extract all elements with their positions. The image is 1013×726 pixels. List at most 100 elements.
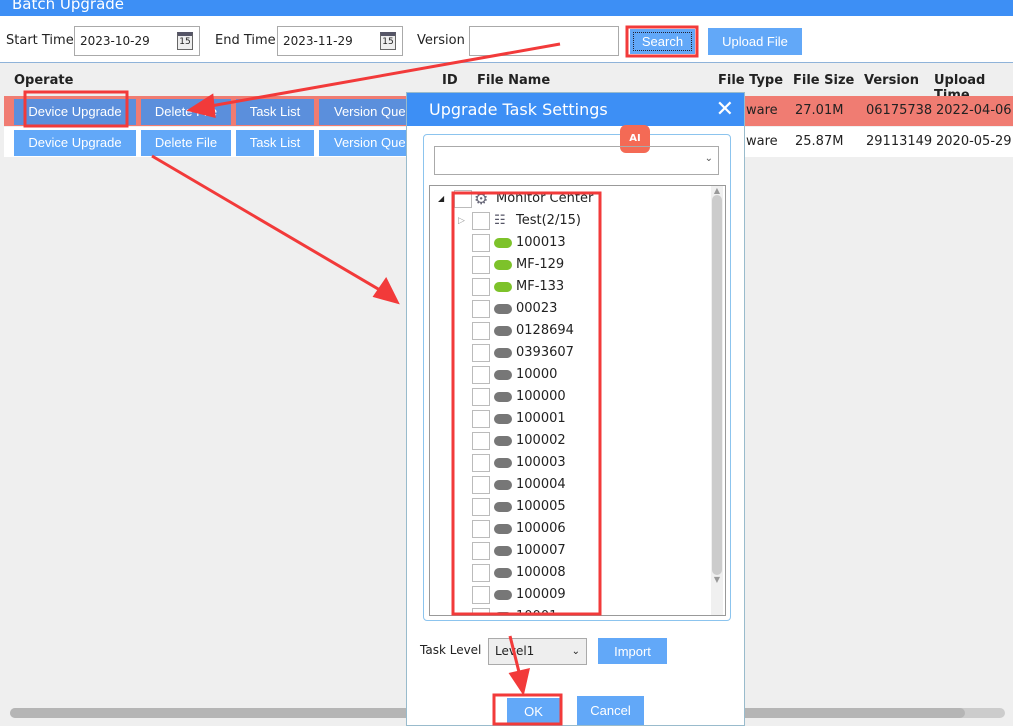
version-input[interactable] [469,26,619,56]
header-version: Version [864,73,919,88]
tree-item-device[interactable]: 10001 [430,606,710,615]
tree-item-group[interactable]: ▷ ☷ Test(2/15) [430,210,710,232]
checkbox[interactable] [472,542,490,560]
device-upgrade-button[interactable]: Device Upgrade [14,99,136,125]
device-upgrade-button[interactable]: Device Upgrade [14,130,136,156]
tree-item-root[interactable]: ◢ ⚙ Monitor Center [430,188,710,210]
vehicle-icon [494,436,512,446]
tree-item-device[interactable]: 100001 [430,408,710,430]
checkbox[interactable] [472,432,490,450]
device-label: 100007 [516,543,566,558]
version-query-button[interactable]: Version Que [319,130,409,156]
checkbox[interactable] [472,476,490,494]
task-list-button[interactable]: Task List [236,130,314,156]
calendar-icon[interactable]: 15 [177,32,193,50]
checkbox[interactable] [472,344,490,362]
tree-item-device[interactable]: 00023 [430,298,710,320]
device-label: 100003 [516,455,566,470]
device-label: 100009 [516,587,566,602]
device-label: 10000 [516,367,558,382]
device-label: MF-129 [516,257,565,272]
tree-item-device[interactable]: 100013 [430,232,710,254]
task-level-select[interactable]: Level1 ⌄ [488,638,587,665]
checkbox[interactable] [472,564,490,582]
device-label: 00023 [516,301,558,316]
checkbox[interactable] [472,256,490,274]
scroll-down-icon[interactable]: ▼ [711,575,723,584]
checkbox[interactable] [472,366,490,384]
device-label: 100000 [516,389,566,404]
tree-item-device[interactable]: 100004 [430,474,710,496]
list-icon: ☷ [494,213,506,228]
expand-icon[interactable]: ▷ [458,210,465,232]
upload-time-cell: 2022-04-06 1 [936,103,1013,118]
checkbox[interactable] [454,190,472,208]
checkbox[interactable] [472,410,490,428]
checkbox[interactable] [472,498,490,516]
end-time-label: End Time [215,33,276,48]
import-button[interactable]: Import [598,638,667,664]
vehicle-icon [494,480,512,490]
device-label: 100013 [516,235,566,250]
version-label: Version [417,33,465,48]
file-size-cell: 27.01M [795,103,844,118]
header-file-type: File Type [718,73,784,88]
checkbox[interactable] [472,234,490,252]
chevron-down-icon: ⌄ [571,646,580,657]
start-time-label: Start Time [6,33,74,48]
tree-item-device[interactable]: 100008 [430,562,710,584]
delete-file-button[interactable]: Delete File [141,99,231,125]
checkbox[interactable] [472,608,490,615]
tree-item-device[interactable]: 100002 [430,430,710,452]
delete-file-button[interactable]: Delete File [141,130,231,156]
version-query-button[interactable]: Version Que [319,99,409,125]
scroll-up-icon[interactable]: ▲ [711,186,723,195]
vehicle-icon [494,392,512,402]
scrollbar-thumb[interactable] [712,195,722,575]
vehicle-icon [494,568,512,578]
device-label: 100006 [516,521,566,536]
upload-file-button[interactable]: Upload File [708,28,802,55]
ok-button[interactable]: OK [507,698,560,725]
start-time-field[interactable]: 2023-10-29 15 [74,26,200,56]
collapse-icon[interactable]: ◢ [438,188,444,210]
checkbox[interactable] [472,586,490,604]
tree-item-device[interactable]: 100003 [430,452,710,474]
dialog-title: Upgrade Task Settings ✕ [407,93,744,126]
tree-item-device[interactable]: MF-129 [430,254,710,276]
vehicle-icon [494,238,512,248]
tree-item-device[interactable]: 100006 [430,518,710,540]
file-size-cell: 25.87M [795,134,844,149]
tree-item-device[interactable]: 100000 [430,386,710,408]
device-search-combo[interactable]: ⌄ [434,146,719,175]
search-button[interactable]: Search [630,29,695,54]
tree-item-device[interactable]: 100005 [430,496,710,518]
task-list-button[interactable]: Task List [236,99,314,125]
cancel-button[interactable]: Cancel [577,696,644,725]
start-time-value: 2023-10-29 [80,34,150,48]
vehicle-icon [494,326,512,336]
device-label: 100008 [516,565,566,580]
vertical-scrollbar[interactable]: ▲ ▼ [711,186,723,615]
calendar-icon[interactable]: 15 [380,32,396,50]
upload-time-cell: 2020-05-29 1 [936,134,1013,149]
end-time-field[interactable]: 2023-11-29 15 [277,26,403,56]
checkbox[interactable] [472,212,490,230]
checkbox[interactable] [472,278,490,296]
tree-item-device[interactable]: 0393607 [430,342,710,364]
checkbox[interactable] [472,322,490,340]
checkbox[interactable] [472,300,490,318]
tree-item-device[interactable]: 100009 [430,584,710,606]
close-icon[interactable]: ✕ [716,93,734,126]
checkbox[interactable] [472,454,490,472]
vehicle-icon [494,370,512,380]
tree-item-device[interactable]: MF-133 [430,276,710,298]
window-title: Batch Upgrade [0,0,1013,16]
tree-item-device[interactable]: 10000 [430,364,710,386]
tree-item-device[interactable]: 0128694 [430,320,710,342]
tree-item-device[interactable]: 100007 [430,540,710,562]
file-type-cell: ware [746,103,778,118]
checkbox[interactable] [472,520,490,538]
vehicle-icon [494,524,512,534]
checkbox[interactable] [472,388,490,406]
